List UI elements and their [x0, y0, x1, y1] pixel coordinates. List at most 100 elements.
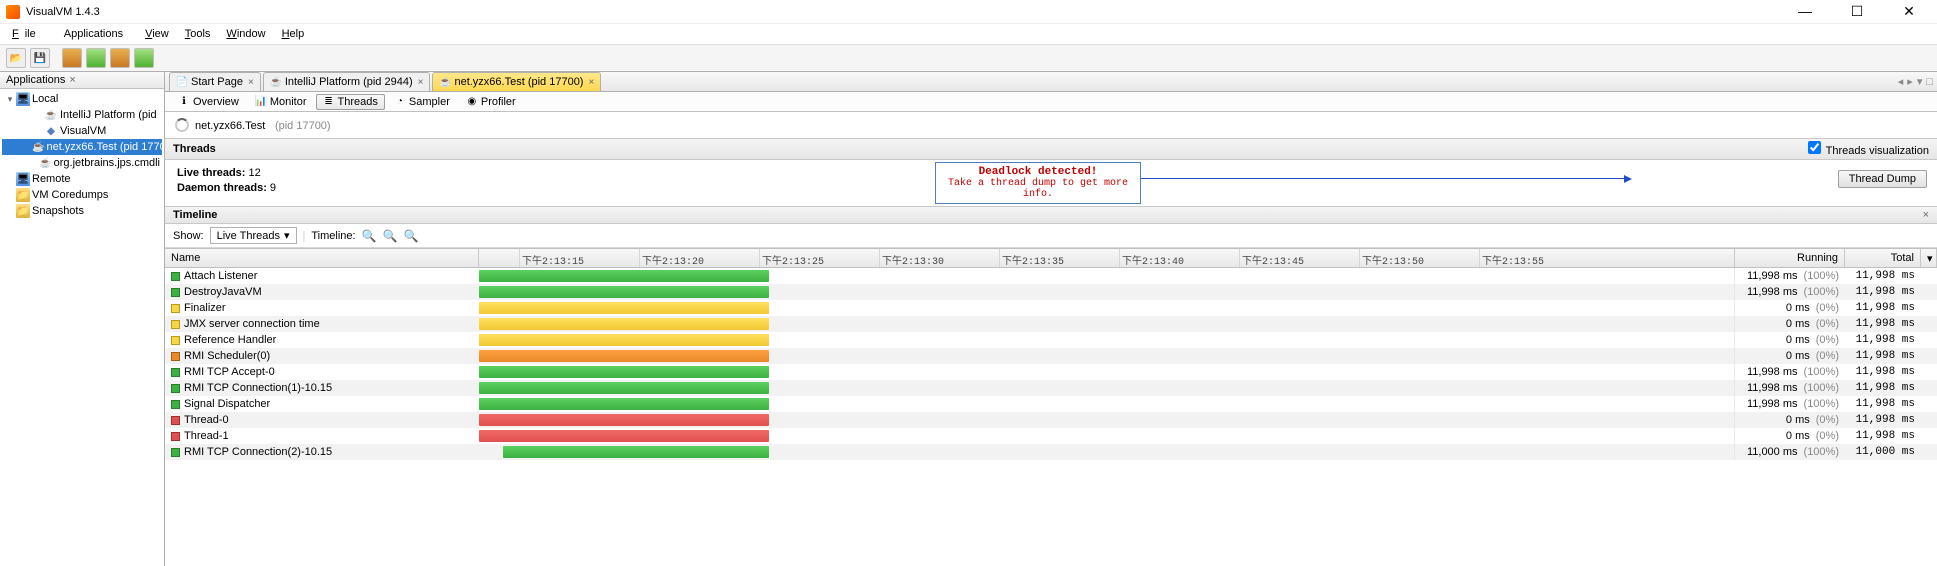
close-tab-icon[interactable]: ×	[588, 77, 594, 88]
java-icon: ☕	[32, 140, 44, 154]
table-row[interactable]: RMI TCP Accept-0 11,998 ms(100%) 11,998 …	[165, 364, 1937, 380]
page-heading: net.yzx66.Test (pid 17700)	[165, 112, 1937, 138]
thread-dump-button[interactable]: Thread Dump	[1838, 170, 1927, 188]
open-icon[interactable]: 📂	[6, 48, 26, 68]
threads-viz-check-input[interactable]	[1808, 141, 1821, 154]
threads-viz-checkbox[interactable]: Threads visualization	[1808, 141, 1929, 157]
tree-node[interactable]: ◆VisualVM	[2, 123, 162, 139]
app-logo-icon	[6, 5, 20, 19]
tabs-dropdown-icon[interactable]: ▾	[1917, 75, 1923, 88]
time-tick: 下午2:13:15	[519, 249, 584, 267]
tree-node[interactable]: 📁Snapshots	[2, 203, 162, 219]
state-square-icon	[171, 448, 180, 457]
tabs-scroll-left-icon[interactable]: ◂	[1898, 75, 1904, 88]
zoom-out-icon[interactable]: 🔍	[383, 229, 398, 243]
sub-tab-threads[interactable]: ≣Threads	[316, 94, 385, 110]
time-tick: 下午2:13:45	[1239, 249, 1304, 267]
table-row[interactable]: RMI TCP Connection(1)-10.15 11,998 ms(10…	[165, 380, 1937, 396]
col-name[interactable]: Name	[165, 249, 479, 267]
time-tick: 下午2:13:20	[639, 249, 704, 267]
tree-node[interactable]: ☕IntelliJ Platform (pid	[2, 107, 162, 123]
chevron-down-icon: ▾	[284, 229, 290, 242]
tool-btn-4[interactable]	[134, 48, 154, 68]
close-tab-icon[interactable]: ×	[248, 77, 254, 88]
zoom-in-icon[interactable]: 🔍	[362, 229, 377, 243]
close-tab-icon[interactable]: ×	[418, 77, 424, 88]
save-icon[interactable]: 💾	[30, 48, 50, 68]
tool-btn-1[interactable]	[62, 48, 82, 68]
sub-tab-overview[interactable]: ℹOverview	[171, 94, 246, 110]
table-row[interactable]: Thread-1 0 ms(0%) 11,998 ms	[165, 428, 1937, 444]
sub-tab-profiler[interactable]: ◉Profiler	[459, 94, 523, 110]
table-row[interactable]: Signal Dispatcher 11,998 ms(100%) 11,998…	[165, 396, 1937, 412]
tree-node[interactable]: ☕org.jetbrains.jps.cmdli	[2, 155, 162, 171]
deadlock-notice: Deadlock detected! Take a thread dump to…	[935, 162, 1141, 204]
menu-applications[interactable]: Applications	[52, 26, 135, 42]
table-row[interactable]: RMI TCP Connection(2)-10.15 11,000 ms(10…	[165, 444, 1937, 460]
state-square-icon	[171, 304, 180, 313]
threads-table: Name 下午2:13:15下午2:13:20下午2:13:25下午2:13:3…	[165, 248, 1937, 460]
table-row[interactable]: Thread-0 0 ms(0%) 11,998 ms	[165, 412, 1937, 428]
sub-tab-sampler[interactable]: ◔Sampler	[387, 94, 457, 110]
menu-help[interactable]: Help	[276, 26, 311, 42]
tool-btn-3[interactable]	[110, 48, 130, 68]
timeline-show-dropdown[interactable]: Live Threads ▾	[210, 227, 297, 244]
main-tab[interactable]: 📄Start Page×	[169, 72, 261, 91]
sidebar-header: Applications ×	[0, 72, 164, 89]
app-pid: (pid 17700)	[275, 120, 331, 132]
live-threads-label: Live threads:	[177, 167, 245, 179]
main-tab[interactable]: ☕net.yzx66.Test (pid 17700)×	[432, 72, 601, 91]
col-running[interactable]: Running	[1735, 249, 1845, 267]
state-square-icon	[171, 336, 180, 345]
table-row[interactable]: DestroyJavaVM 11,998 ms(100%) 11,998 ms	[165, 284, 1937, 300]
menu-file[interactable]: File	[6, 26, 48, 42]
main-tab[interactable]: ☕IntelliJ Platform (pid 2944)×	[263, 72, 431, 91]
state-square-icon	[171, 432, 180, 441]
menu-tools[interactable]: Tools	[179, 26, 217, 42]
thread-state-bar	[479, 286, 769, 298]
table-row[interactable]: RMI Scheduler(0) 0 ms(0%) 11,998 ms	[165, 348, 1937, 364]
timeline-section-header: Timeline ×	[165, 206, 1937, 224]
subtab-icon: ◉	[466, 96, 478, 108]
folder-icon: 📁	[16, 204, 30, 218]
tabs-scroll-right-icon[interactable]: ▸	[1907, 75, 1913, 88]
menu-view[interactable]: View	[139, 26, 175, 42]
table-body: Attach Listener 11,998 ms(100%) 11,998 m…	[165, 268, 1937, 460]
window-title: VisualVM 1.4.3	[26, 6, 100, 18]
zoom-fit-icon[interactable]: 🔍	[403, 229, 418, 243]
sidebar-title: Applications	[6, 74, 65, 86]
time-tick: 下午2:13:30	[879, 249, 944, 267]
tree-node[interactable]: 📁VM Coredumps	[2, 187, 162, 203]
sidebar-close-icon[interactable]: ×	[69, 74, 75, 86]
close-button[interactable]: ✕	[1895, 3, 1923, 20]
sub-tab-monitor[interactable]: 📊Monitor	[248, 94, 314, 110]
tree-node[interactable]: ☕net.yzx66.Test (pid 17700)	[2, 139, 162, 155]
col-dropdown-icon[interactable]: ▾	[1921, 249, 1937, 267]
table-row[interactable]: JMX server connection time 0 ms(0%) 11,9…	[165, 316, 1937, 332]
tool-btn-2[interactable]	[86, 48, 106, 68]
vvm-icon: ◆	[44, 124, 58, 138]
tree-node[interactable]: ▾🖥Local	[2, 91, 162, 107]
menu-window[interactable]: Window	[220, 26, 271, 42]
deadlock-arrow	[1141, 178, 1626, 179]
deadlock-title: Deadlock detected!	[942, 166, 1134, 178]
menu-bar: File Applications View Tools Window Help	[0, 24, 1937, 44]
table-row[interactable]: Finalizer 0 ms(0%) 11,998 ms	[165, 300, 1937, 316]
state-square-icon	[171, 272, 180, 281]
tree-node[interactable]: 🖥Remote	[2, 171, 162, 187]
java-icon: ☕	[439, 76, 451, 88]
col-timeline: 下午2:13:15下午2:13:20下午2:13:25下午2:13:30下午2:…	[479, 249, 1735, 267]
subtab-icon: ◔	[394, 96, 406, 108]
table-row[interactable]: Reference Handler 0 ms(0%) 11,998 ms	[165, 332, 1937, 348]
applications-tree[interactable]: ▾🖥Local☕IntelliJ Platform (pid◆VisualVM☕…	[0, 89, 164, 221]
java-icon: ☕	[44, 108, 58, 122]
minimize-button[interactable]: —	[1791, 3, 1819, 20]
table-row[interactable]: Attach Listener 11,998 ms(100%) 11,998 m…	[165, 268, 1937, 284]
maximize-button[interactable]: ☐	[1843, 3, 1871, 20]
col-total[interactable]: Total	[1845, 249, 1921, 267]
tabs-maximize-icon[interactable]: □	[1926, 76, 1933, 88]
timeline-toolbar: Show: Live Threads ▾ | Timeline: 🔍 🔍 🔍	[165, 224, 1937, 248]
daemon-threads-count: 9	[270, 182, 276, 194]
timeline-close-icon[interactable]: ×	[1923, 209, 1929, 221]
java-icon: ☕	[39, 156, 51, 170]
